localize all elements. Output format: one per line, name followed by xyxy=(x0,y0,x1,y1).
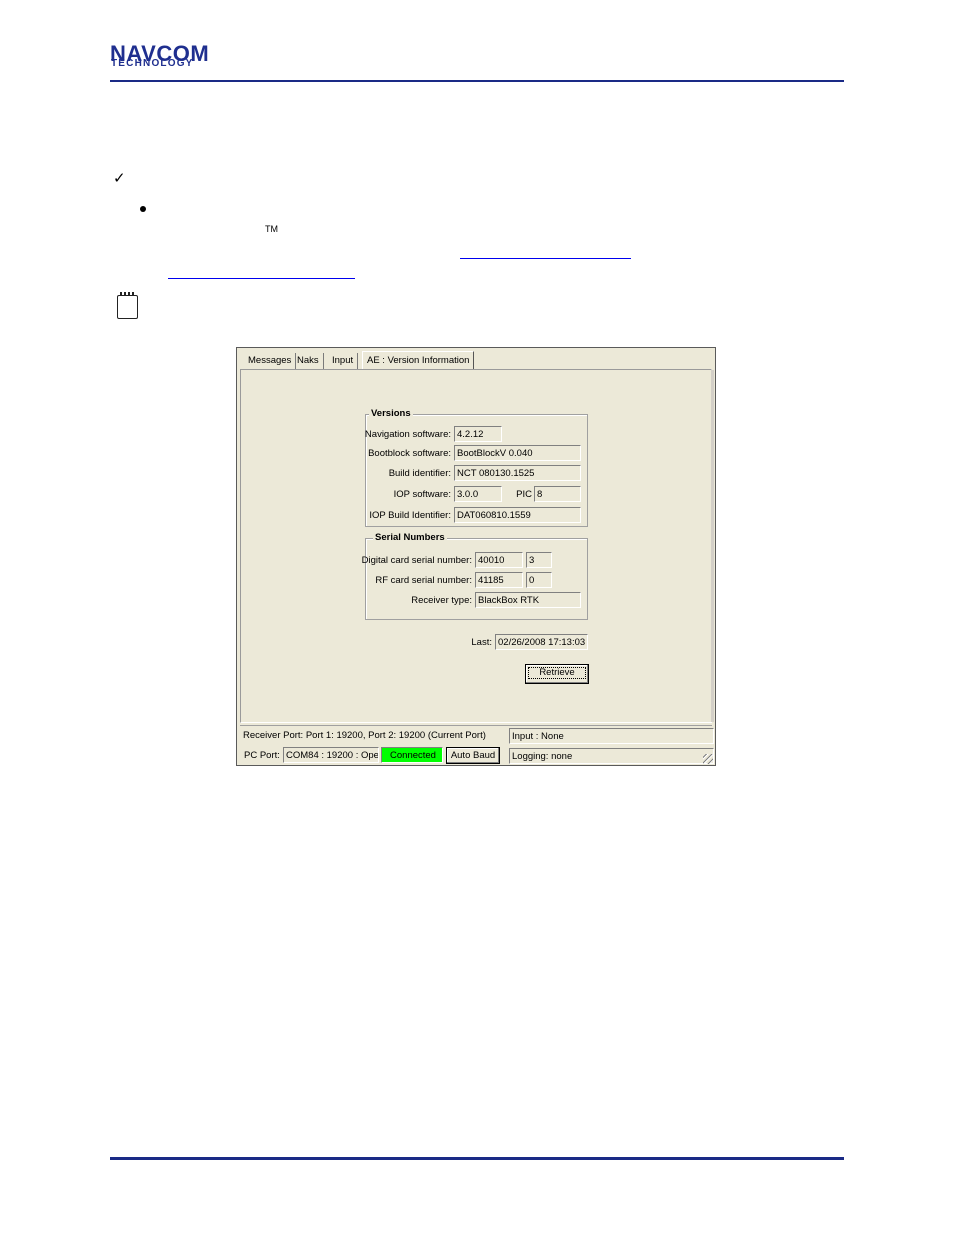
rf-card-revision-field[interactable]: 0 xyxy=(526,572,552,588)
input-status: Input : None xyxy=(509,728,714,744)
resize-grip-icon[interactable] xyxy=(703,754,713,764)
digital-card-serial-field[interactable]: 40010 xyxy=(475,552,523,568)
iop-build-identifier-field[interactable]: DAT060810.1559 xyxy=(454,507,581,523)
navigation-software-label: Navigation software: xyxy=(364,429,451,440)
tab-naks[interactable]: Naks xyxy=(293,353,324,369)
status-divider xyxy=(240,725,712,726)
connected-indicator: Connected xyxy=(381,747,443,763)
check-mark-icon: ✓ xyxy=(113,170,126,187)
pic-label: PIC xyxy=(516,489,532,500)
retrieve-button-label: Retrieve xyxy=(528,667,586,679)
digital-card-revision-field[interactable]: 3 xyxy=(526,552,552,568)
receiver-port-label: Receiver Port: xyxy=(243,730,304,741)
notepad-icon xyxy=(117,292,138,319)
header-rule xyxy=(110,80,844,82)
hyperlink-underline[interactable] xyxy=(460,258,631,259)
receiver-type-label: Receiver type: xyxy=(411,595,472,606)
trademark-mark: TM xyxy=(265,224,278,234)
pc-port-label: PC Port: xyxy=(244,750,280,761)
last-retrieved-field[interactable]: 02/26/2008 17:13:03 xyxy=(495,634,588,650)
rf-card-serial-label: RF card serial number: xyxy=(375,575,472,586)
iop-software-field[interactable]: 3.0.0 xyxy=(454,486,502,502)
hyperlink-underline[interactable] xyxy=(168,278,355,279)
logging-status: Logging: none xyxy=(509,748,714,764)
auto-baud-button[interactable]: Auto Baud xyxy=(446,747,500,764)
build-identifier-label: Build identifier: xyxy=(388,468,451,479)
tab-version-information[interactable]: AE : Version Information xyxy=(362,351,475,370)
pc-port-status: COM84 : 19200 : Open xyxy=(283,747,379,763)
iop-software-label: IOP software: xyxy=(393,489,451,500)
digital-card-serial-label: Digital card serial number: xyxy=(361,555,472,566)
build-identifier-field[interactable]: NCT 080130.1525 xyxy=(454,465,581,481)
navigation-software-field[interactable]: 4.2.12 xyxy=(454,426,502,442)
bootblock-software-label: Bootblock software: xyxy=(368,448,451,459)
window-edge xyxy=(711,370,714,722)
tab-input[interactable]: Input xyxy=(328,353,359,369)
bootblock-software-field[interactable]: BootBlockV 0.040 xyxy=(454,445,581,461)
serial-numbers-group-title: Serial Numbers xyxy=(373,532,447,543)
app-window: Messages Naks Input AE : Version Informa… xyxy=(236,347,716,766)
pic-field[interactable]: 8 xyxy=(534,486,581,502)
iop-build-identifier-label: IOP Build Identifier: xyxy=(369,510,451,521)
tab-messages[interactable]: Messages xyxy=(244,353,297,369)
bullet-icon xyxy=(140,206,146,212)
rf-card-serial-field[interactable]: 41185 xyxy=(475,572,523,588)
footer-rule xyxy=(110,1157,844,1160)
company-logo-subtitle: TECHNOLOGY xyxy=(111,58,194,69)
retrieve-button[interactable]: Retrieve xyxy=(525,664,589,684)
last-label: Last: xyxy=(471,637,492,648)
versions-group-title: Versions xyxy=(369,408,413,419)
receiver-type-field[interactable]: BlackBox RTK xyxy=(475,592,581,608)
